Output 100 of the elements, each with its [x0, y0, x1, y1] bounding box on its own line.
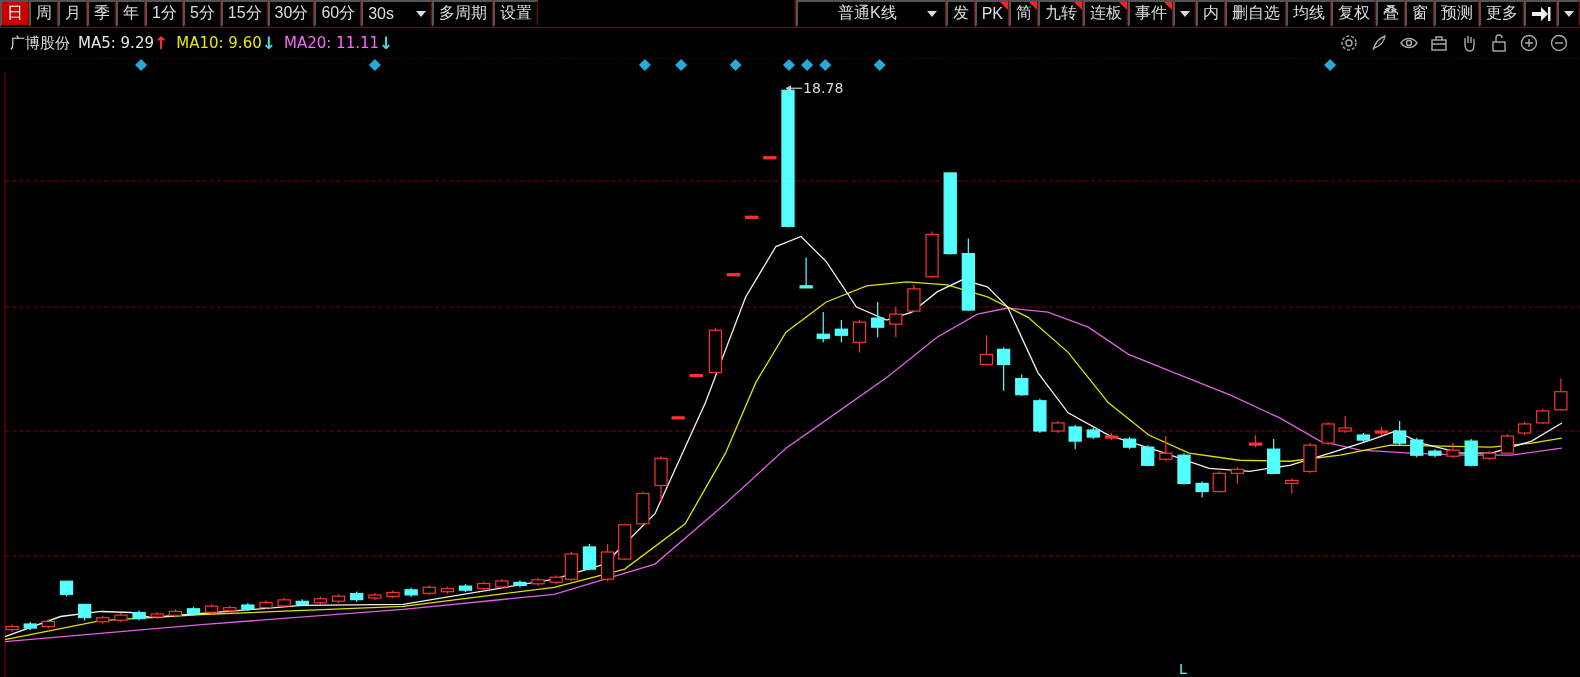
period-tab[interactable]: 1分 [145, 0, 183, 27]
lock-icon[interactable] [1490, 34, 1508, 52]
diamond-marker[interactable] [135, 59, 148, 72]
candlestick [23, 621, 37, 631]
settings-icon[interactable] [1340, 34, 1358, 52]
toolbar-button[interactable]: 窗 [1405, 0, 1434, 27]
zoom-in-icon[interactable] [1520, 34, 1538, 52]
candlestick [745, 215, 759, 219]
candlestick [763, 156, 777, 160]
toolbar-button[interactable]: 均线 [1286, 0, 1331, 27]
period-tab[interactable]: 日 [0, 0, 29, 27]
candlestick [1464, 438, 1478, 467]
period-tab[interactable]: 60分 [314, 0, 362, 27]
period-tab[interactable]: 季 [87, 0, 116, 27]
candlestick [816, 311, 830, 343]
candlestick [1086, 427, 1100, 440]
collapse-panel-button[interactable] [1524, 0, 1557, 27]
diamond-marker[interactable] [801, 59, 814, 72]
candlestick [1392, 420, 1407, 446]
toolbar-button[interactable]: 内 [1196, 0, 1225, 27]
candlestick [495, 578, 509, 590]
candlestick [1015, 373, 1029, 397]
candlestick [1536, 408, 1550, 425]
toolbar-button[interactable]: 九转 [1038, 0, 1083, 27]
candlestick [313, 596, 328, 606]
candlestick [871, 301, 885, 338]
period-tab[interactable]: 30分 [267, 0, 315, 27]
more-dropdown-button[interactable] [1557, 0, 1580, 27]
candlestick [636, 490, 650, 526]
toolbox-icon[interactable] [1430, 34, 1448, 52]
candlestick [1338, 415, 1352, 434]
diamond-marker[interactable] [638, 59, 651, 72]
toolbar-button[interactable]: 删自选 [1225, 0, 1286, 27]
toolbar-button[interactable]: 叠 [1376, 0, 1405, 27]
toolbar-button[interactable]: 多周期 [432, 0, 493, 27]
caret-icon [926, 10, 937, 17]
toolbar-button[interactable]: 简 [1009, 0, 1038, 27]
feather-icon[interactable] [1370, 34, 1388, 52]
period-tab[interactable]: 周 [29, 0, 58, 27]
candlestick [1500, 433, 1515, 455]
indicator-value: MA10: 9.60 [176, 34, 262, 52]
candlestick [852, 319, 867, 353]
candlestick [368, 592, 382, 601]
candlestick [708, 327, 723, 375]
candlestick [1356, 432, 1370, 443]
indicator-value: MA5: 9.29 [78, 34, 154, 52]
candlestick [168, 608, 182, 619]
candlestick [422, 584, 436, 596]
candlestick [689, 373, 703, 378]
candlestick [1033, 398, 1047, 434]
toolbar-button[interactable]: 发 [945, 0, 975, 27]
candlestick [1517, 421, 1532, 436]
period-tab[interactable]: 15分 [220, 0, 268, 27]
diamond-marker[interactable] [729, 59, 742, 72]
candlestick [1428, 448, 1442, 458]
candlestick [458, 583, 473, 593]
candlestick [259, 599, 273, 611]
candlestick [1248, 434, 1263, 448]
interval-dropdown[interactable]: 30s [361, 0, 432, 27]
toolbar-button[interactable]: PK [974, 0, 1009, 27]
caret-icon [416, 10, 426, 17]
period-tab[interactable]: 月 [58, 0, 87, 27]
chart-type-dropdown[interactable]: 普通K线 [795, 0, 946, 27]
toolbar-button[interactable]: 复权 [1331, 0, 1376, 27]
candlestick [1410, 437, 1424, 458]
candlestick [996, 346, 1011, 392]
candlestick [513, 579, 527, 589]
candlestick [1141, 444, 1155, 467]
diamond-marker[interactable] [1324, 59, 1337, 72]
toolbar-button[interactable]: 预测 [1434, 0, 1479, 27]
candlestick [1285, 477, 1299, 495]
candlestick [834, 319, 849, 343]
signal-marker: L [1178, 660, 1187, 677]
candlestick [618, 523, 632, 561]
diamond-marker[interactable] [675, 59, 688, 72]
candlestick [277, 597, 291, 609]
diamond-marker[interactable] [782, 59, 796, 72]
candlestick [1446, 442, 1460, 459]
candlestick [78, 603, 92, 622]
candlestick [1068, 424, 1082, 450]
candlestick [5, 623, 19, 633]
candlestick [1482, 450, 1496, 461]
period-tab[interactable]: 5分 [182, 0, 221, 27]
zoom-out-icon[interactable] [1550, 34, 1568, 52]
candlestick [925, 230, 939, 279]
toolbar-button[interactable]: 更多 [1479, 0, 1524, 27]
candlestick [386, 589, 400, 600]
candlestick [477, 580, 491, 592]
trend-arrow: ↑ [153, 33, 169, 53]
diamond-marker[interactable] [873, 59, 886, 72]
caret-icon [1180, 10, 1190, 17]
candlestick [404, 587, 418, 598]
period-tab[interactable]: 年 [116, 0, 145, 27]
toolbar-button[interactable]: 连板 [1083, 0, 1128, 27]
toolbar-button[interactable]: 事件 [1128, 0, 1173, 27]
diamond-marker[interactable] [368, 59, 381, 72]
toolbar-button[interactable]: 设置 [493, 0, 538, 27]
more-dropdown-button[interactable] [1173, 0, 1196, 27]
candlestick [96, 615, 110, 625]
diamond-marker[interactable] [819, 59, 832, 72]
